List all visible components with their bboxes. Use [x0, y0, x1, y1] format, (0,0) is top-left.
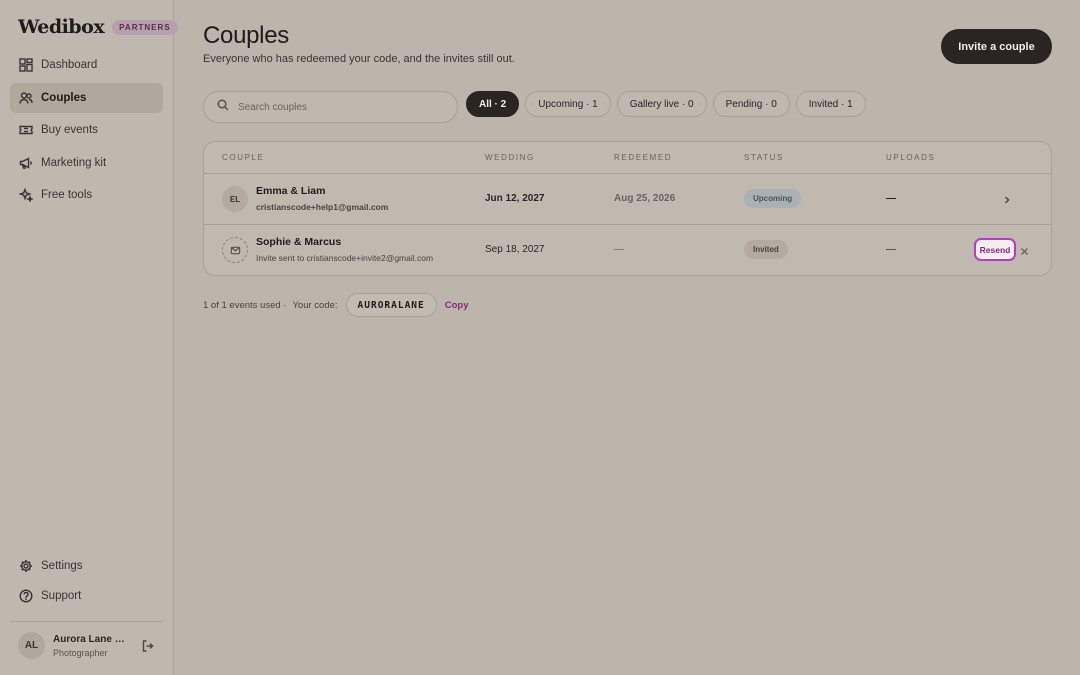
footer-code-bar: 1 of 1 events used · Your code: AURORALA…	[203, 293, 468, 317]
user-role: Photographer	[53, 647, 108, 658]
sidebar-item-label: Buy events	[41, 124, 98, 136]
table-row[interactable]: EL Emma & Liam cristianscode+help1@gmail…	[204, 174, 1051, 225]
sidebar-item-buy-events[interactable]: Buy events	[10, 115, 163, 145]
search-box[interactable]	[203, 91, 458, 123]
user-info: Aurora Lane Photography Photographer	[53, 634, 129, 658]
couples-table: COUPLE WEDDING REDEEMED STATUS UPLOADS E…	[203, 141, 1052, 276]
invite-sent-text: Invite sent to cristianscode+invite2@gma…	[256, 253, 434, 263]
column-header-uploads[interactable]: UPLOADS	[886, 153, 935, 162]
sidebar-item-couples[interactable]: Couples	[10, 82, 163, 113]
couple-name: Emma & Liam	[256, 185, 326, 197]
filter-upcoming[interactable]: Upcoming · 1	[525, 91, 611, 117]
uploads-count: —	[886, 193, 896, 204]
gear-icon	[19, 559, 33, 573]
column-header-status[interactable]: STATUS	[744, 153, 784, 162]
sidebar-item-marketing-kit[interactable]: Marketing kit	[10, 148, 163, 178]
filter-all[interactable]: All · 2	[466, 91, 520, 117]
uploads-count: —	[886, 244, 896, 255]
filter-invited[interactable]: Invited · 1	[795, 91, 866, 117]
avatar[interactable]: AL	[18, 632, 45, 659]
users-icon	[19, 91, 33, 105]
sidebar-item-label: Dashboard	[41, 59, 98, 71]
invite-couple-button[interactable]: Invite a couple	[941, 29, 1052, 64]
sparkle-icon	[19, 188, 33, 202]
referral-code: AURORALANE	[345, 293, 437, 317]
page-subtitle: Everyone who has redeemed your code, and…	[203, 53, 515, 65]
sidebar-item-label: Couples	[41, 91, 87, 104]
redeemed-date: Aug 25, 2026	[614, 193, 676, 204]
mail-icon	[222, 237, 248, 263]
megaphone-icon	[19, 156, 33, 170]
filter-gallery-live[interactable]: Gallery live · 0	[616, 91, 707, 117]
search-icon	[217, 98, 229, 116]
logo[interactable]: Wedibox	[18, 16, 105, 38]
close-icon[interactable]	[1020, 243, 1030, 255]
resend-button[interactable]: Resend	[974, 238, 1016, 261]
column-header-redeemed[interactable]: REDEEMED	[614, 153, 672, 162]
chevron-right-icon[interactable]	[1002, 193, 1012, 205]
code-label: Your code:	[292, 299, 338, 311]
copy-button[interactable]: Copy	[445, 300, 469, 311]
sidebar-item-settings[interactable]: Settings	[10, 551, 163, 581]
sidebar-divider	[10, 621, 163, 622]
table-header: COUPLE WEDDING REDEEMED STATUS UPLOADS	[204, 142, 1051, 174]
table-row[interactable]: Sophie & Marcus Invite sent to cristians…	[204, 225, 1051, 275]
couple-name: Sophie & Marcus	[256, 236, 342, 248]
sidebar-item-support[interactable]: Support	[10, 581, 163, 611]
status-badge: Upcoming	[744, 189, 802, 208]
wedding-date: Sep 18, 2027	[485, 244, 545, 255]
sidebar-item-label: Marketing kit	[41, 156, 107, 169]
filter-pending[interactable]: Pending · 0	[712, 91, 790, 117]
status-badge: Invited	[744, 240, 788, 259]
avatar: EL	[222, 186, 248, 212]
sidebar-item-free-tools[interactable]: Free tools	[10, 180, 163, 210]
couple-email: cristianscode+help1@gmail.com	[256, 202, 389, 212]
sidebar: Wedibox PARTNERS Dashboard Couples Buy e…	[0, 0, 178, 675]
user-profile: AL Aurora Lane Photography Photographer	[18, 632, 158, 659]
user-name: Aurora Lane Photography	[53, 633, 129, 645]
grid-icon	[19, 58, 33, 72]
sidebar-item-dashboard[interactable]: Dashboard	[10, 50, 163, 80]
search-input[interactable]	[238, 101, 438, 113]
partners-badge: PARTNERS	[112, 19, 178, 35]
events-usage: 1 of 1 events used ·	[203, 299, 287, 311]
wedding-date: Jun 12, 2027	[485, 193, 545, 204]
sidebar-item-label: Support	[41, 590, 82, 602]
ticket-icon	[19, 123, 33, 137]
sidebar-bottom-nav: Settings Support	[10, 551, 163, 611]
logo-row: Wedibox PARTNERS	[18, 16, 178, 38]
column-header-couple[interactable]: COUPLE	[222, 153, 265, 162]
main-content: Couples Everyone who has redeemed your c…	[174, 0, 1080, 675]
help-icon	[19, 589, 33, 603]
sidebar-item-label: Free tools	[41, 189, 93, 201]
sidebar-item-label: Settings	[41, 560, 83, 572]
logout-icon[interactable]	[141, 639, 155, 653]
page-title: Couples	[203, 22, 289, 49]
sidebar-nav: Dashboard Couples Buy events Marketing k…	[10, 50, 163, 213]
filter-chips: All · 2 Upcoming · 1 Gallery live · 0 Pe…	[466, 91, 872, 117]
column-header-wedding[interactable]: WEDDING	[485, 153, 535, 162]
redeemed-date: —	[614, 244, 624, 255]
